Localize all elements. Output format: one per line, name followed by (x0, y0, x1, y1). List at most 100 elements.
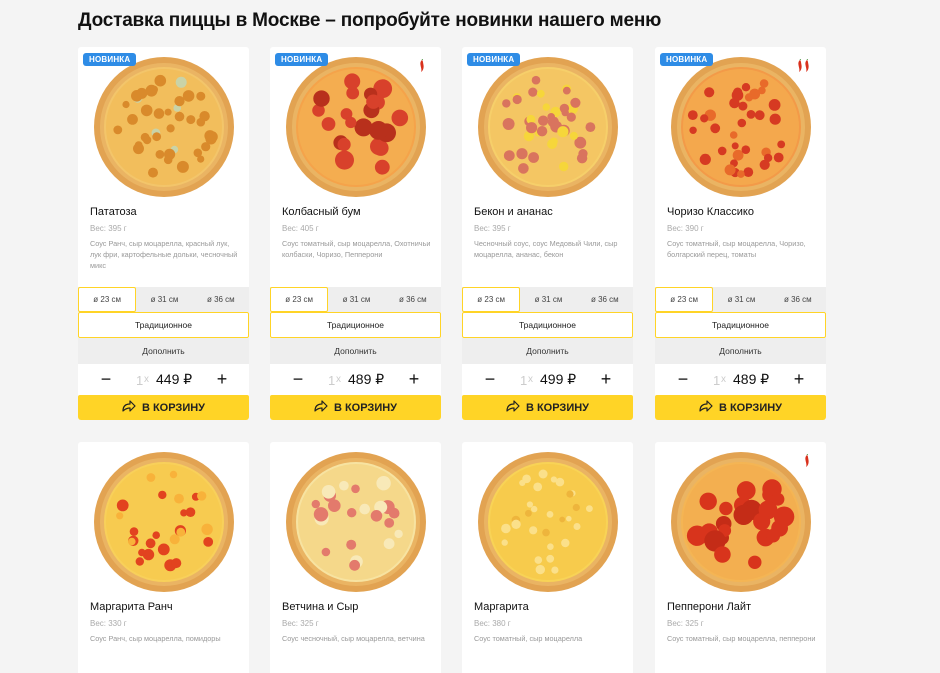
topping-mark (746, 110, 755, 119)
product-card: Маргарита Ранч Вес: 330 г Соус Ранч, сыр… (78, 442, 249, 673)
topping-mark (699, 114, 708, 123)
add-toppings-button[interactable]: Дополнить (270, 338, 441, 364)
product-name[interactable]: Колбасный бум (282, 206, 361, 218)
topping-mark (135, 557, 144, 566)
topping-mark (521, 474, 531, 484)
size-option-23[interactable]: ø 23 см (270, 287, 329, 312)
add-toppings-button[interactable]: Дополнить (655, 338, 826, 364)
size-option-36[interactable]: ø 36 см (770, 287, 826, 312)
pizza-image[interactable] (78, 57, 249, 197)
add-to-cart-button[interactable]: В КОРЗИНУ (655, 395, 826, 420)
topping-mark (687, 110, 698, 120)
product-weight: Вес: 405 г (282, 224, 319, 233)
product-name[interactable]: Пепперони Лайт (667, 601, 751, 613)
add-to-cart-button[interactable]: В КОРЗИНУ (462, 395, 633, 420)
product-card: НОВИНКА Пататоза Вес: 395 г Соус Ранч, с… (78, 47, 249, 420)
add-to-cart-label: В КОРЗИНУ (141, 401, 206, 414)
topping-mark (585, 505, 593, 512)
pizza-image[interactable] (655, 57, 826, 197)
topping-mark (383, 538, 394, 550)
topping-mark (537, 115, 548, 126)
add-toppings-button[interactable]: Дополнить (78, 338, 249, 364)
topping-mark (550, 566, 558, 574)
size-option-31[interactable]: ø 31 см (713, 287, 769, 312)
product-card: НОВИНКА Чоризо Классико Вес: 390 г Соус … (655, 47, 826, 420)
pizza-image[interactable] (462, 57, 633, 197)
increase-button[interactable]: + (789, 369, 809, 389)
new-badge: НОВИНКА (660, 53, 714, 66)
increase-button[interactable]: + (404, 369, 424, 389)
quantity-stepper: − 1 x 489 ₽ + (655, 367, 826, 393)
product-weight: Вес: 390 г (667, 224, 704, 233)
size-option-31[interactable]: ø 31 см (328, 287, 384, 312)
topping-mark (140, 104, 152, 117)
topping-mark (502, 118, 515, 130)
decrease-button[interactable]: − (96, 369, 116, 389)
topping-mark (724, 164, 736, 176)
size-option-23[interactable]: ø 23 см (78, 287, 137, 312)
cart-arrow-icon (506, 400, 520, 415)
topping-mark (375, 476, 391, 491)
product-name[interactable]: Маргарита (474, 601, 529, 613)
product-name[interactable]: Бекон и ананас (474, 206, 553, 218)
topping-mark (765, 528, 780, 543)
topping-mark (321, 117, 335, 131)
pizza-image[interactable] (78, 452, 249, 592)
topping-mark (769, 113, 781, 125)
topping-mark (736, 170, 745, 178)
pizza-image[interactable] (270, 57, 441, 197)
decrease-button[interactable]: − (480, 369, 500, 389)
increase-button[interactable]: + (596, 369, 616, 389)
topping-mark (729, 131, 737, 139)
topping-mark (770, 492, 784, 506)
topping-mark (741, 145, 750, 154)
product-weight: Вес: 325 г (282, 619, 319, 628)
topping-mark (558, 516, 565, 523)
add-to-cart-button[interactable]: В КОРЗИНУ (270, 395, 441, 420)
dough-option[interactable]: Традиционное (655, 312, 826, 338)
product-description: Соус томатный, сыр моцарелла (474, 634, 583, 643)
dough-option[interactable]: Традиционное (462, 312, 633, 338)
topping-mark (728, 97, 740, 109)
dough-option[interactable]: Традиционное (78, 312, 249, 338)
dough-option[interactable]: Традиционное (270, 312, 441, 338)
decrease-button[interactable]: − (288, 369, 308, 389)
size-option-23[interactable]: ø 23 см (655, 287, 714, 312)
pizza-image[interactable] (655, 452, 826, 592)
topping-mark (321, 485, 335, 499)
size-option-36[interactable]: ø 36 см (385, 287, 441, 312)
topping-mark (313, 507, 328, 522)
pizza-image[interactable] (270, 452, 441, 592)
product-name[interactable]: Пататоза (90, 206, 137, 218)
topping-mark (699, 153, 711, 165)
topping-mark (321, 547, 330, 557)
quantity-times: x (336, 374, 341, 385)
product-name[interactable]: Маргарита Ранч (90, 601, 173, 613)
size-selector: ø 23 см ø 31 см ø 36 см (78, 287, 249, 312)
size-option-23[interactable]: ø 23 см (462, 287, 521, 312)
product-name[interactable]: Чоризо Классико (667, 206, 754, 218)
topping-mark (737, 118, 746, 128)
topping-mark (179, 509, 187, 517)
pizza-image[interactable] (462, 452, 633, 592)
size-option-36[interactable]: ø 36 см (193, 287, 249, 312)
add-to-cart-button[interactable]: В КОРЗИНУ (78, 395, 249, 420)
add-toppings-button[interactable]: Дополнить (462, 338, 633, 364)
topping-mark (182, 90, 194, 102)
size-option-31[interactable]: ø 31 см (136, 287, 192, 312)
add-to-cart-label: В КОРЗИНУ (333, 401, 398, 414)
product-card: НОВИНКА Бекон и ананас Вес: 395 г Чесноч… (462, 47, 633, 420)
topping-mark (585, 122, 595, 132)
size-option-36[interactable]: ø 36 см (577, 287, 633, 312)
topping-mark (170, 558, 181, 569)
quantity-times: x (528, 374, 533, 385)
decrease-button[interactable]: − (673, 369, 693, 389)
topping-mark (344, 116, 356, 129)
product-name[interactable]: Ветчина и Сыр (282, 601, 358, 613)
increase-button[interactable]: + (212, 369, 232, 389)
size-option-31[interactable]: ø 31 см (520, 287, 576, 312)
topping-mark (576, 153, 587, 164)
topping-mark (562, 86, 571, 95)
product-weight: Вес: 395 г (90, 224, 127, 233)
topping-mark (517, 163, 529, 174)
